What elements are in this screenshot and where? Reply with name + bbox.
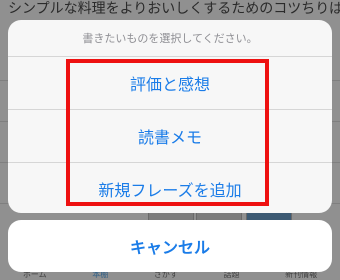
action-sheet-header: 書きたいものを選択してください。 (8, 20, 332, 57)
rating-and-review-option[interactable]: 評価と感想 (8, 57, 332, 110)
cancel-button[interactable]: キャンセル (8, 220, 332, 272)
action-sheet: 書きたいものを選択してください。 評価と感想 読書メモ 新規フレーズを追加 (8, 20, 332, 213)
reading-memo-option[interactable]: 読書メモ (8, 110, 332, 163)
add-new-phrase-option[interactable]: 新規フレーズを追加 (8, 163, 332, 213)
